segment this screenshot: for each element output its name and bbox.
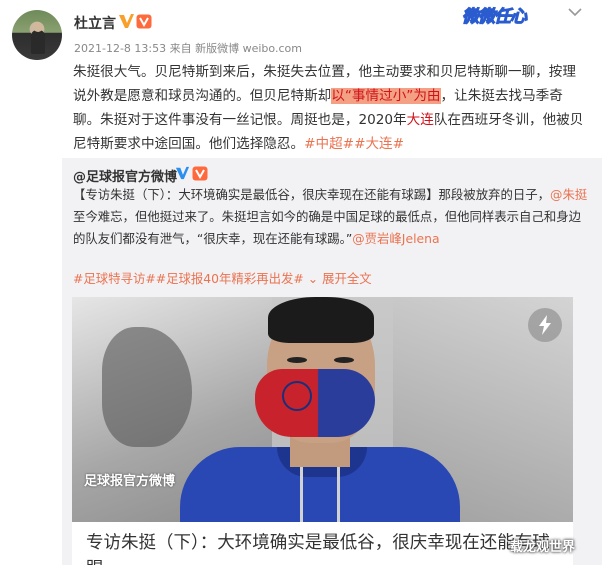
post-red-word: 大连 <box>406 112 434 128</box>
article-card-title[interactable]: 专访朱挺（下）：大环境确实是最低谷，很庆幸现在还能有球踢 <box>72 522 573 565</box>
photo-lanyard <box>300 467 340 522</box>
photo-hair <box>268 297 374 343</box>
mask-emblem <box>282 381 312 411</box>
post-meta: 2021-12-8 13:53 来自 新版微博 weibo.com <box>74 42 302 55</box>
verified-v-icon <box>119 14 134 28</box>
photo-eye <box>287 357 307 363</box>
photo-eye <box>334 357 354 363</box>
topic-link-2[interactable]: #大连# <box>354 136 404 152</box>
expand-full-text[interactable]: 展开全文 <box>322 271 372 286</box>
repost-text: 【专访朱挺（下）：大环境确实是最低谷，很庆幸现在还能有球踢】那段被放弃的日子，@… <box>73 184 593 250</box>
expand-arrow-icon[interactable]: ⌄ <box>308 271 318 286</box>
repost-text-a: 【专访朱挺（下）：大环境确实是最低谷，很庆幸现在还能有球踢】那段被放弃的日子， <box>73 187 551 202</box>
banner-text: 微微任心 <box>462 7 528 28</box>
weibo-post: 杜立言 2021-12-8 13:53 来自 新版微博 weibo.com 微微… <box>0 0 602 565</box>
lightning-button[interactable] <box>528 308 562 342</box>
repost-topic-links[interactable]: #足球特寻访##足球报40年精彩再出发# <box>73 271 304 286</box>
lightning-icon <box>539 315 551 335</box>
post-body: 朱挺很大气。贝尼特斯到来后，朱挺失去位置，他主动要求和贝尼特斯聊一聊，按理说外教… <box>73 60 588 156</box>
user-avatar[interactable] <box>12 10 62 60</box>
level-badge-icon <box>136 14 152 29</box>
repost-card: @足球报官方微博 【专访朱挺（下）：大环境确实是最低谷，很庆幸现在还能有球踢】那… <box>62 158 602 565</box>
verified-v-icon <box>175 166 190 180</box>
repost-topics: #足球特寻访##足球报40年精彩再出发# ⌄ 展开全文 <box>73 269 372 287</box>
mention-link-2[interactable]: @贾岩峰Jelena <box>352 231 439 246</box>
level-badge-icon <box>192 166 208 181</box>
chevron-down-icon[interactable] <box>568 7 582 17</box>
topic-link-1[interactable]: #中超# <box>304 136 354 152</box>
post-username[interactable]: 杜立言 <box>74 13 116 33</box>
photo-caption: 足球报官方微博 <box>84 474 176 489</box>
watermark: 载龙观世界 <box>510 540 576 555</box>
avatar-head <box>33 22 43 32</box>
photo-mask <box>255 369 375 437</box>
repost-username[interactable]: @足球报官方微博 <box>73 166 177 185</box>
mention-link-1[interactable]: @朱挺 <box>550 187 587 202</box>
post-highlight: 以“事情过小”为由 <box>331 88 441 104</box>
avatar-figure <box>31 30 45 54</box>
article-photo[interactable]: 足球报官方微博 <box>72 297 573 522</box>
repost-text-b: 至今难忘，但他挺过来了。朱挺坦言如今的确是中国足球的最低点，但他同样表示自己和身… <box>73 209 582 246</box>
header-banner: 微微任心 <box>462 2 562 28</box>
